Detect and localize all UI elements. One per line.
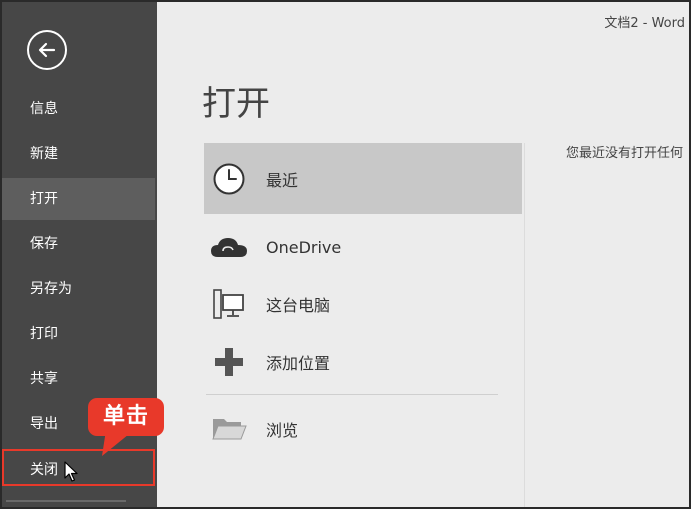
recent-empty-message: 您最近没有打开任何 <box>566 146 684 161</box>
place-this-pc[interactable]: 这台电脑 <box>204 284 522 324</box>
sidebar-item-save-as[interactable]: 另存为 <box>2 268 155 310</box>
sidebar-item-save[interactable]: 保存 <box>2 223 155 265</box>
sidebar-item-print[interactable]: 打印 <box>2 313 155 355</box>
plus-icon <box>204 346 254 378</box>
place-browse[interactable]: 浏览 <box>204 409 522 449</box>
clock-icon <box>204 162 254 196</box>
place-label: 添加位置 <box>266 354 331 373</box>
sidebar-item-info[interactable]: 信息 <box>2 88 155 130</box>
place-add-location[interactable]: 添加位置 <box>204 342 522 382</box>
folder-icon <box>204 415 254 443</box>
cloud-icon <box>204 235 254 259</box>
click-callout: 单击 <box>88 398 164 436</box>
sidebar-item-open[interactable]: 打开 <box>2 178 155 220</box>
sidebar-divider <box>6 500 126 502</box>
place-label: 这台电脑 <box>266 296 331 315</box>
back-arrow-icon <box>38 42 56 58</box>
sidebar-item-share[interactable]: 共享 <box>2 358 155 400</box>
place-recent[interactable]: 最近 <box>204 143 522 214</box>
sidebar-item-new[interactable]: 新建 <box>2 133 155 175</box>
mouse-cursor-icon <box>64 461 78 482</box>
place-label: OneDrive <box>266 237 342 257</box>
back-button[interactable] <box>27 30 67 70</box>
window-title: 文档2 - Word <box>604 16 685 31</box>
page-title: 打开 <box>202 84 270 124</box>
computer-icon <box>204 287 254 321</box>
place-onedrive[interactable]: OneDrive <box>204 227 522 267</box>
places-divider <box>206 394 498 395</box>
column-separator <box>524 143 525 509</box>
place-label: 浏览 <box>266 421 299 440</box>
place-label: 最近 <box>266 170 299 190</box>
